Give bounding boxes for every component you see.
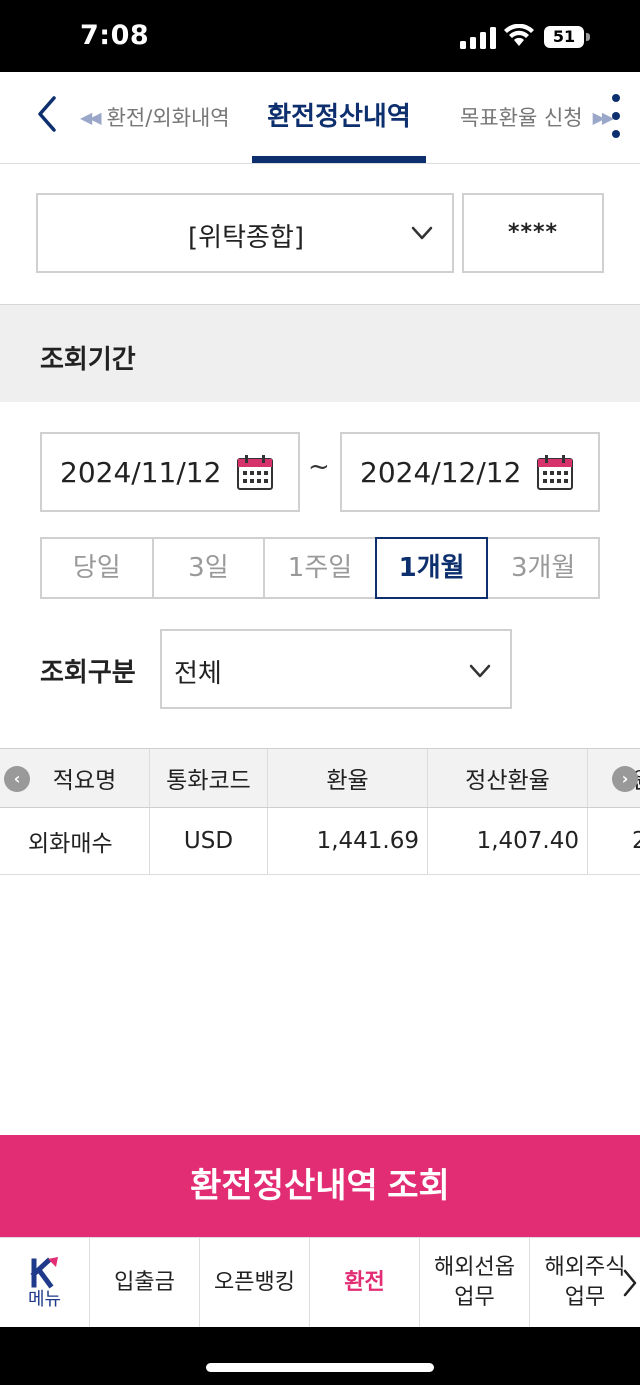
- range-1month-button[interactable]: 1개월: [374, 537, 489, 599]
- menu-button[interactable]: 메뉴: [0, 1238, 90, 1328]
- query-type-select[interactable]: 전체: [160, 629, 512, 709]
- range-1week-button[interactable]: 1주일: [263, 537, 377, 599]
- tab-exchange-history-label: 환전/외화내역: [106, 106, 230, 130]
- end-date-value: 2024/12/12: [360, 456, 522, 489]
- range-3day-button[interactable]: 3일: [151, 537, 266, 599]
- active-tab-indicator: [252, 156, 426, 163]
- tab-target-rate-label: 목표환율 신청: [460, 106, 583, 130]
- cell-rate: 1,441.69: [268, 808, 428, 874]
- table-row[interactable]: 외화매수 USD 1,441.69 1,407.40 2: [0, 808, 640, 875]
- column-header-rate: 환율: [268, 749, 428, 807]
- search-settlement-button[interactable]: 환전정산내역 조회: [0, 1135, 640, 1237]
- tab-exchange-settlement[interactable]: 환전정산내역: [252, 96, 426, 133]
- chevron-right-icon[interactable]: [622, 1268, 638, 1298]
- period-section-header: 조회기간: [0, 304, 640, 402]
- k-logo-icon: [29, 1257, 58, 1289]
- column-header-currency: 통화코드: [150, 749, 268, 807]
- account-type-label: [위탁종합]: [188, 223, 304, 253]
- query-type-value: 전체: [174, 659, 222, 689]
- chevron-down-icon: [411, 226, 433, 240]
- double-arrow-left-icon: ◀◀: [80, 107, 102, 127]
- cell-description: 외화매수: [0, 808, 150, 874]
- start-date-value: 2024/11/12: [60, 456, 222, 489]
- query-type-label: 조회구분: [40, 658, 136, 688]
- period-section-title: 조회기간: [40, 345, 136, 375]
- range-3month-button[interactable]: 3개월: [486, 537, 600, 599]
- results-table-header: 적요명 통화코드 환율 정산환율 원 ‹ ›: [0, 748, 640, 808]
- home-indicator[interactable]: [206, 1363, 434, 1372]
- tab-exchange-history[interactable]: ◀◀ 환전/외화내역: [80, 102, 230, 132]
- menu-label: 메뉴: [27, 1289, 62, 1310]
- chevron-down-icon: [469, 664, 491, 678]
- battery-icon: 51: [544, 26, 584, 48]
- start-date-field[interactable]: 2024/11/12: [40, 432, 300, 512]
- account-select[interactable]: [위탁종합]: [36, 193, 454, 273]
- wifi-icon: [504, 24, 534, 46]
- column-header-settlement-rate: 정산환율: [428, 749, 588, 807]
- status-bar: 7:08 51: [0, 0, 640, 72]
- cell-more: 2: [632, 828, 640, 854]
- top-navigation: ◀◀ 환전/외화내역 환전정산내역 목표환율 신청 ▶▶: [0, 72, 640, 164]
- scroll-right-icon[interactable]: ›: [612, 766, 638, 792]
- tab-target-rate-request[interactable]: 목표환율 신청 ▶▶: [460, 102, 614, 132]
- end-date-field[interactable]: 2024/12/12: [340, 432, 600, 512]
- home-indicator-area: [0, 1327, 640, 1385]
- account-password-field[interactable]: ****: [462, 193, 604, 273]
- calendar-icon[interactable]: [236, 454, 274, 492]
- cellular-signal-icon: [460, 27, 496, 49]
- date-range-separator: ~: [308, 452, 330, 482]
- more-menu-icon[interactable]: [608, 94, 624, 138]
- tab-open-banking[interactable]: 오픈뱅킹: [200, 1238, 310, 1328]
- scroll-left-icon[interactable]: ‹: [4, 766, 30, 792]
- back-chevron-icon[interactable]: [32, 94, 66, 134]
- battery-tip: [586, 33, 590, 41]
- bottom-tab-bar: 메뉴 입출금 오픈뱅킹 환전 해외선옵 업무 해외주식 업무: [0, 1237, 640, 1328]
- period-range-buttons: 당일 3일 1주일 1개월 3개월: [40, 537, 600, 599]
- tab-exchange[interactable]: 환전: [310, 1238, 420, 1328]
- status-time: 7:08: [80, 20, 150, 51]
- tab-deposit-withdraw[interactable]: 입출금: [90, 1238, 200, 1328]
- range-today-button[interactable]: 당일: [40, 537, 154, 599]
- cell-settlement-rate: 1,407.40: [428, 808, 588, 874]
- cell-currency: USD: [150, 808, 268, 874]
- tab-overseas-futures[interactable]: 해외선옵 업무: [420, 1238, 530, 1328]
- calendar-icon[interactable]: [536, 454, 574, 492]
